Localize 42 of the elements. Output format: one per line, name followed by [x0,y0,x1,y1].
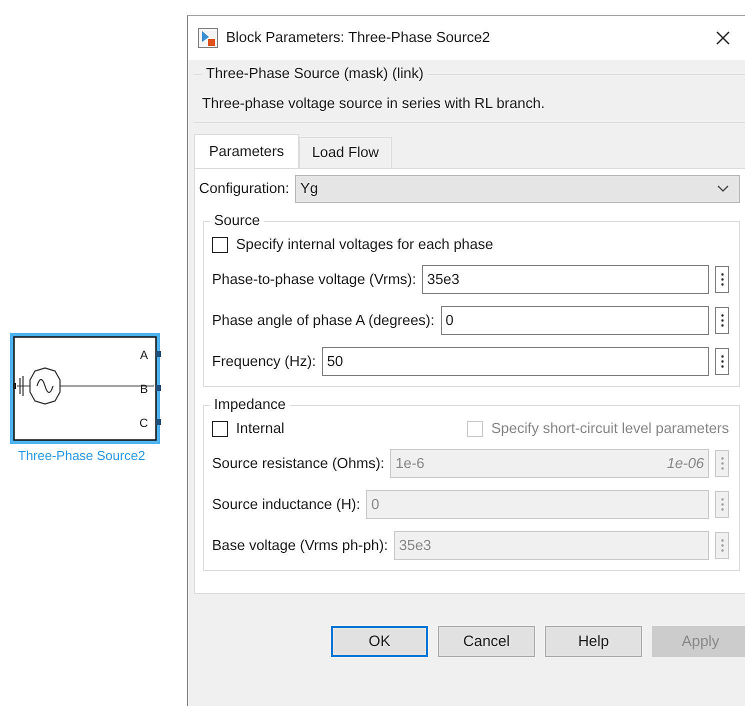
dialog-button[interactable]: OK [331,626,428,657]
field-label: Source resistance (Ohms): [212,456,384,472]
input-field[interactable]: 35e3 [422,265,709,294]
input-field[interactable]: 50 [322,347,709,376]
checkbox[interactable] [212,421,228,437]
more-icon [720,539,724,552]
port-label: A [140,348,148,362]
checkbox[interactable] [212,237,228,253]
more-icon [720,457,724,470]
close-icon[interactable] [715,30,731,46]
more-options-button[interactable] [715,307,729,334]
mask-title: Three-Phase Source (mask) (link) [205,66,425,82]
dialog-button[interactable]: Help [545,626,642,657]
more-icon [720,498,724,511]
checkbox-label: Internal [236,421,284,437]
field-label: Phase angle of phase A (degrees): [212,312,434,328]
block-parameters-icon [198,28,218,48]
checkbox-label: Specify internal voltages for each phase [236,237,494,253]
field-label: Configuration: [199,181,290,197]
chevron-down-icon [717,185,729,193]
more-icon [720,314,724,327]
mask-description: Three-phase voltage source in series with RL branch. [202,96,546,112]
configuration-dropdown[interactable]: Yg [295,175,740,203]
more-icon [720,355,724,368]
field-label: Frequency (Hz): [212,354,316,370]
more-options-button[interactable] [715,266,729,293]
field-label: Source inductance (H): [212,496,360,512]
field-label: Phase-to-phase voltage (Vrms): [212,272,416,288]
port-label: B [140,382,148,396]
group-title: Source [213,213,261,229]
input-field[interactable]: 0 [440,306,709,335]
field-label: Base voltage (Vrms ph-ph): [212,538,388,554]
evaluated-value: 1e-06 [666,456,704,472]
checkbox-label: Specify short-circuit level parameters [491,421,729,437]
more-options-button[interactable] [715,348,729,375]
more-icon [720,273,724,286]
dialog-button[interactable]: Cancel [438,626,535,657]
tab[interactable]: Load Flow [298,137,392,168]
tab[interactable]: Parameters [194,134,299,168]
group-title: Impedance [213,397,287,413]
port-label: C [139,416,148,430]
window-title: Block Parameters: Three-Phase Source2 [226,30,492,46]
